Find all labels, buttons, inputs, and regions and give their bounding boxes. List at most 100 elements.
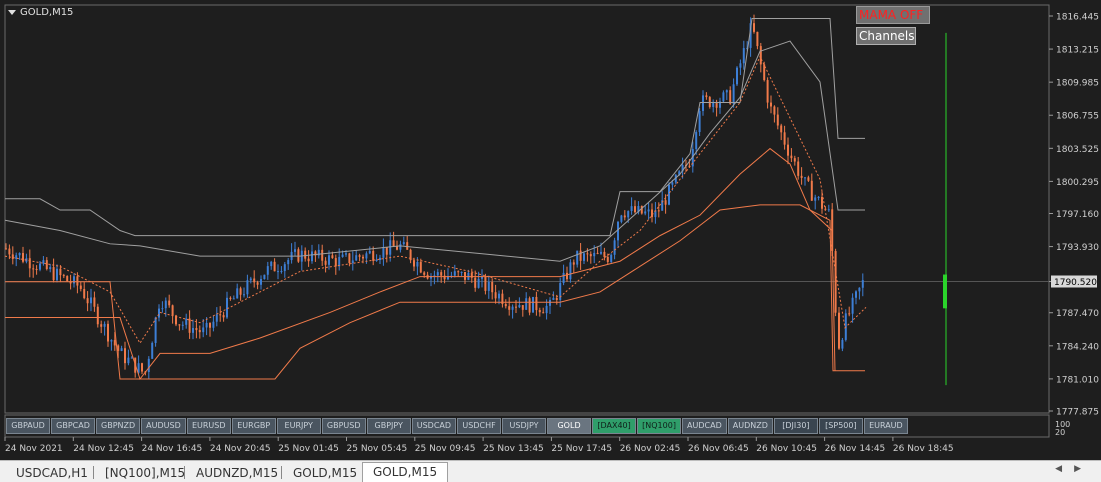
candle-body: [834, 251, 837, 313]
candle-body: [494, 292, 497, 299]
candle-body: [528, 298, 531, 313]
candle-body: [549, 299, 551, 306]
candle-body: [56, 268, 58, 281]
time-label: 26 Nov 14:45: [825, 444, 886, 454]
candle-body: [90, 297, 92, 304]
candle-body: [130, 357, 133, 359]
chart-tab[interactable]: AUDNZD,M15: [186, 464, 288, 482]
candle-body: [103, 323, 106, 327]
symbol-button-gbpaud[interactable]: GBPAUD: [6, 418, 50, 434]
symbol-button-gbpcad[interactable]: GBPCAD: [51, 418, 95, 434]
price-label: 1800.295: [1056, 178, 1099, 188]
candle-body: [702, 95, 704, 111]
candle-body: [351, 260, 354, 264]
symbol-button-usdchf[interactable]: USDCHF: [457, 418, 502, 434]
time-label: 24 Nov 2021: [5, 444, 63, 454]
candle-body: [532, 296, 534, 313]
candle-body: [266, 266, 269, 275]
candle-body: [838, 312, 840, 349]
candle-body: [460, 271, 463, 273]
tab-scroll-arrows[interactable]: ◀▶: [1055, 464, 1093, 474]
candle-body: [273, 261, 276, 272]
candle-body: [780, 125, 783, 133]
candle-body: [698, 110, 701, 133]
candle-body: [821, 196, 823, 209]
symbol-button-sp500[interactable]: [SP500]: [818, 418, 863, 434]
candle-body: [474, 277, 477, 288]
candle-body: [525, 298, 528, 310]
candle-body: [198, 330, 201, 333]
symbol-button-gbpjpy[interactable]: GBPJPY: [366, 418, 411, 434]
time-label: 24 Nov 20:45: [210, 444, 271, 454]
tab-separator: [184, 466, 185, 479]
candle-body: [657, 210, 660, 212]
symbol-button-audnzd[interactable]: AUDNZD: [727, 418, 773, 434]
chart-tab[interactable]: USDCAD,H1: [6, 464, 98, 482]
price-chart[interactable]: 1816.445 1813.215 1809.985 1806.755 1803.525…: [0, 0, 1101, 460]
symbol-button-gbpusd[interactable]: GBPUSD: [321, 418, 366, 434]
candle-body: [263, 274, 266, 280]
candle-body: [195, 328, 198, 331]
symbol-button-usdcad[interactable]: USDCAD: [411, 418, 457, 434]
candle-body: [62, 275, 65, 277]
chevron-down-icon[interactable]: [8, 9, 16, 15]
candle-body: [419, 261, 422, 273]
candle-body: [8, 248, 11, 255]
candle-body: [236, 288, 239, 299]
candle-body: [477, 278, 480, 288]
symbol-button-audcad[interactable]: AUDCAD: [682, 418, 727, 434]
tab-separator: [281, 466, 282, 479]
candle-body: [402, 242, 405, 245]
symbol-button-eurgbp[interactable]: EURGBP: [231, 418, 276, 434]
candle-body: [96, 306, 99, 325]
candle-body: [783, 132, 786, 145]
candle-body: [396, 246, 398, 250]
candle-body: [457, 271, 460, 273]
candle-body: [83, 288, 86, 299]
mama-toggle-button[interactable]: MAMA OFF: [856, 6, 930, 24]
symbol-button-gold[interactable]: GOLD: [547, 418, 592, 434]
candle-body: [773, 106, 776, 115]
scroll-right-icon[interactable]: ▶: [1074, 464, 1093, 474]
candle-body: [382, 247, 385, 258]
candle-body: [858, 287, 861, 292]
candle-body: [219, 314, 222, 316]
channel-lower-line: [5, 204, 865, 380]
candle-body: [229, 297, 232, 299]
symbol-button-audusd[interactable]: AUDUSD: [141, 418, 186, 434]
symbol-button-dax40[interactable]: [DAX40]: [592, 418, 637, 434]
scroll-left-icon[interactable]: ◀: [1055, 464, 1074, 474]
candle-body: [321, 249, 324, 261]
candle-body: [487, 281, 490, 291]
candle-body: [232, 298, 235, 300]
candle-body: [39, 263, 41, 270]
symbol-button-dji30[interactable]: [DJI30]: [773, 418, 818, 434]
candle-body: [810, 180, 813, 201]
candle-body: [181, 324, 184, 326]
candle-body: [334, 258, 337, 267]
chart-window[interactable]: 1816.445 1813.215 1809.985 1806.755 1803.525…: [0, 0, 1101, 460]
candle-body: [790, 155, 793, 159]
symbol-button-gbpnzd[interactable]: GBPNZD: [96, 418, 141, 434]
price-label: 1784.240: [1056, 342, 1099, 352]
candle-body: [147, 358, 150, 373]
symbol-button-usdjpy[interactable]: USDJPY: [502, 418, 547, 434]
symbol-button-euraud[interactable]: EURAUD: [863, 418, 908, 434]
symbol-button-eurjpy[interactable]: EURJPY: [276, 418, 321, 434]
candle-body: [154, 317, 157, 343]
current-price-label: 1790.520: [1054, 278, 1097, 288]
channels-button[interactable]: Channels: [856, 27, 916, 45]
candle-body: [86, 298, 89, 304]
candle-body: [76, 276, 79, 286]
candle-body: [725, 90, 728, 93]
candle-body: [572, 262, 575, 265]
symbol-button-eurusd[interactable]: EURUSD: [186, 418, 231, 434]
chart-tab[interactable]: GOLD,M15: [362, 462, 449, 482]
chart-tab[interactable]: GOLD,M15: [283, 464, 367, 482]
time-label: 25 Nov 13:45: [483, 444, 544, 454]
chart-tab[interactable]: [NQ100],M15: [95, 464, 195, 482]
candle-body: [100, 324, 103, 327]
chart-tab-bar: ◀▶ USDCAD,H1 [NQ100],M15 AUDNZD,M15 GOLD,M1…: [0, 460, 1101, 482]
candle-body: [566, 272, 568, 280]
symbol-button-nq100[interactable]: [NQ100]: [637, 418, 682, 434]
